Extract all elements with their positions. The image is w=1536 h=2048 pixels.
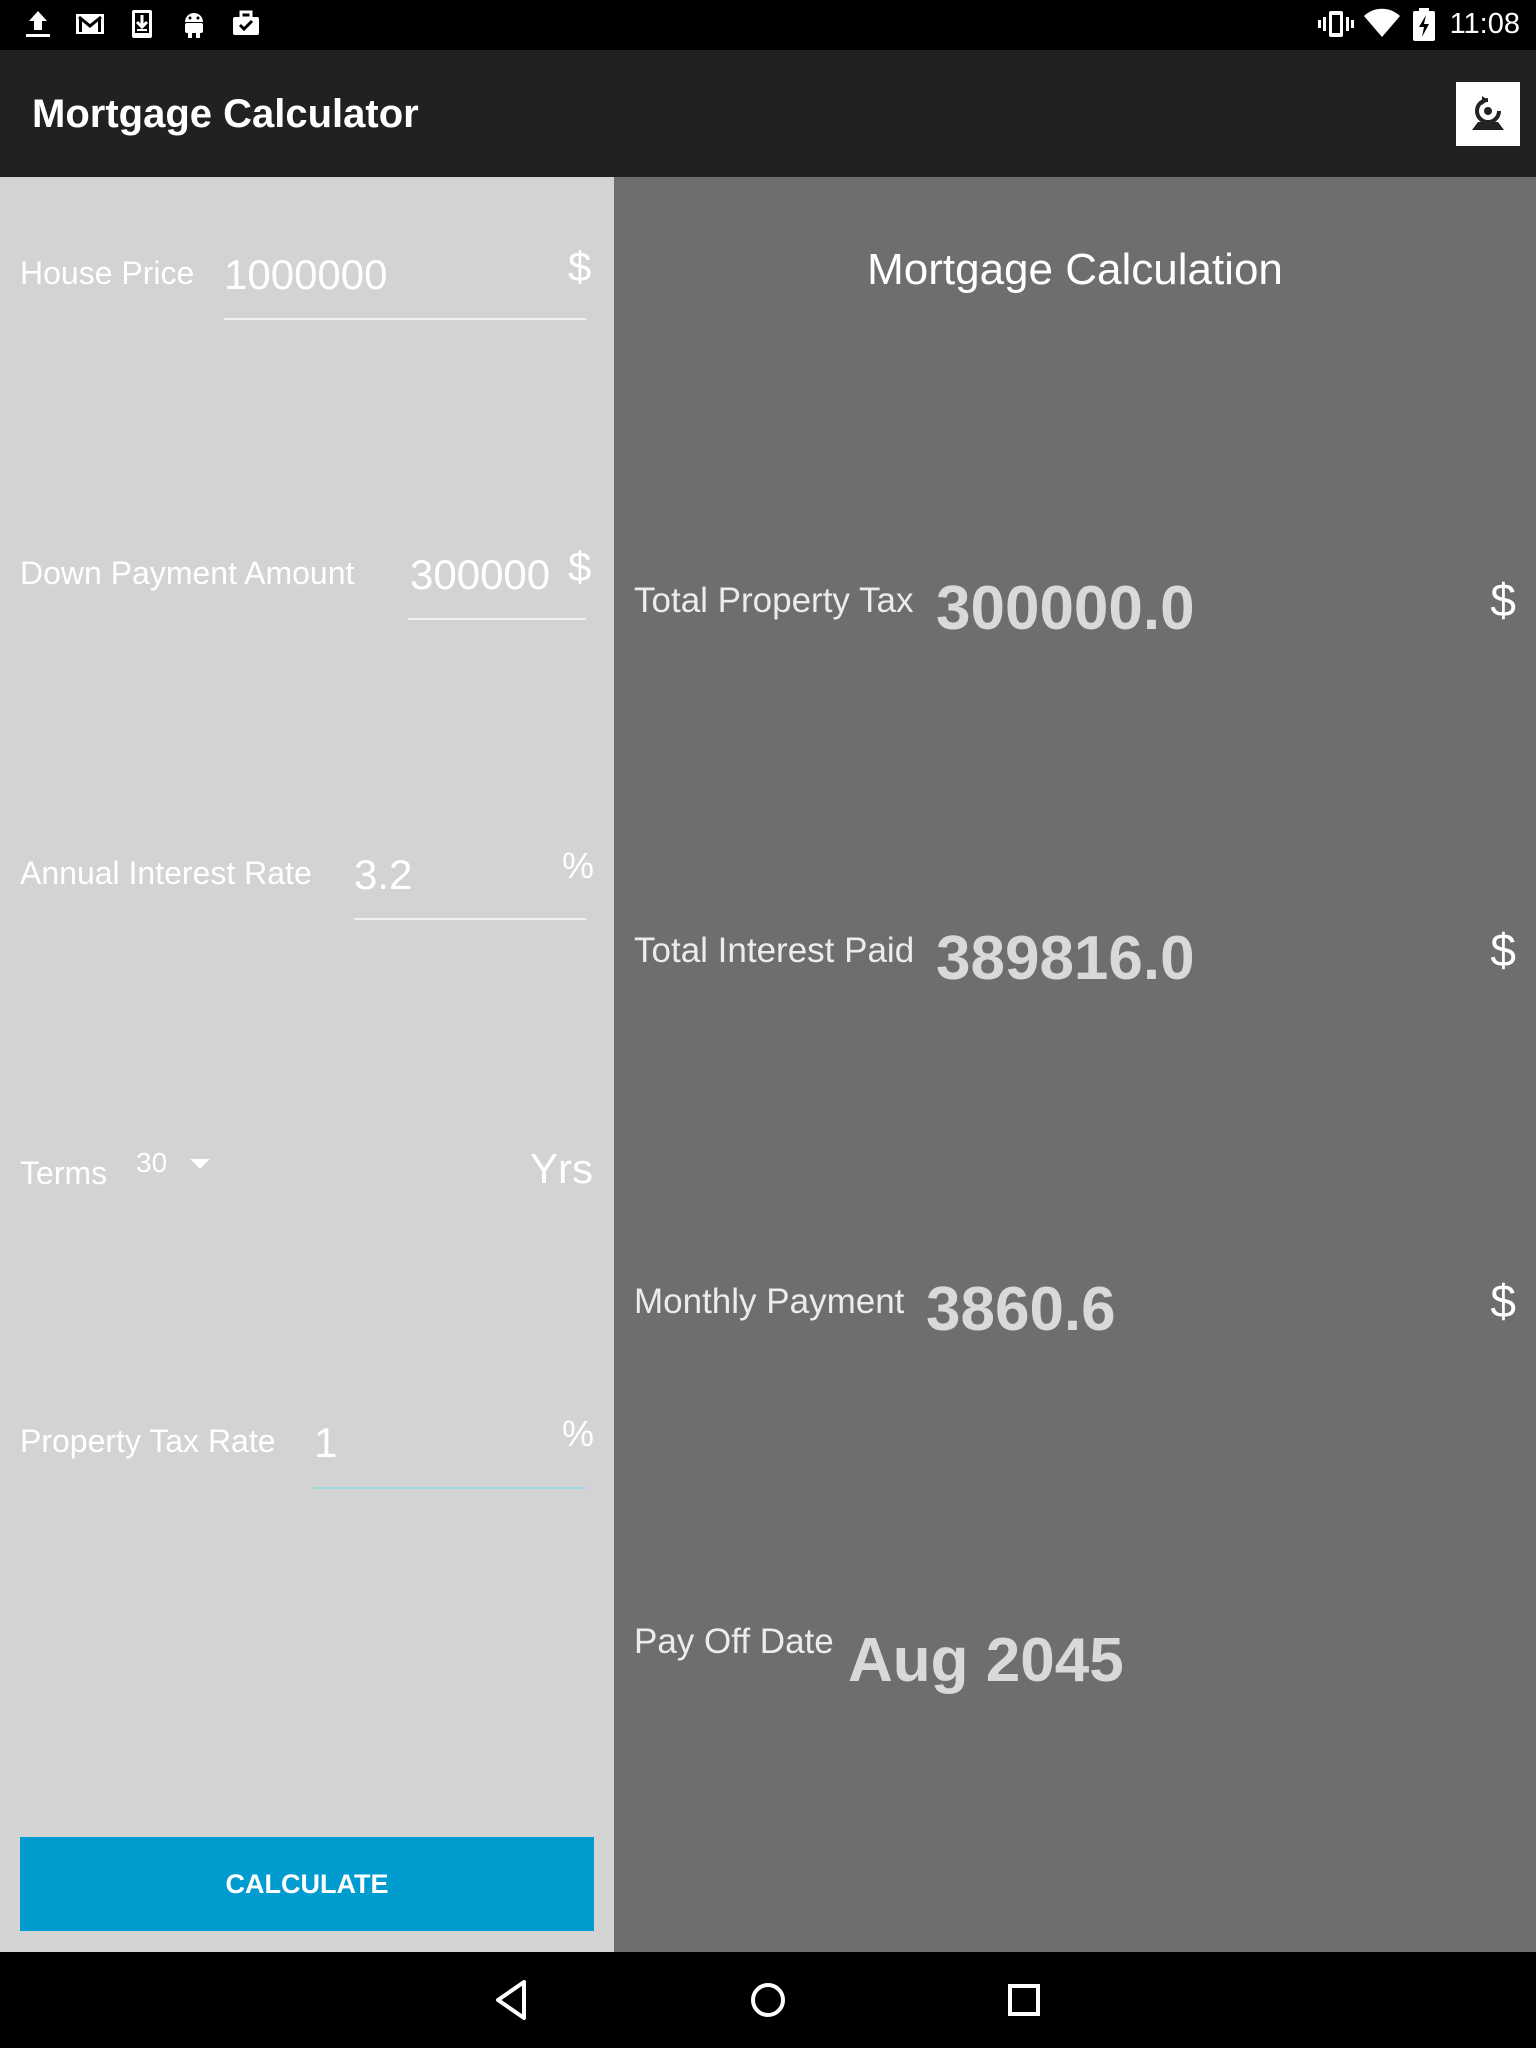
result-panel: Mortgage Calculation Total Property Tax … [614,177,1536,1952]
app-title: Mortgage Calculator [32,92,419,136]
recents-button[interactable] [996,1972,1052,2028]
app-bar: Mortgage Calculator [0,50,1536,177]
terms-dropdown[interactable]: 30 [130,1147,220,1197]
total-interest-paid-value: 389816.0 [936,924,1195,993]
house-price-input[interactable]: 1000000 [224,251,388,299]
terms-unit: Yrs [530,1145,593,1192]
down-payment-underline [408,618,586,620]
dropdown-arrow-icon [190,1159,210,1169]
total-property-tax-unit: $ [1490,574,1516,626]
terms-selected-value: 30 [136,1147,168,1178]
interest-rate-underline [354,918,586,920]
total-interest-paid-label: Total Interest Paid [634,931,915,970]
terms-label: Terms [20,1155,108,1191]
reset-icon [1472,96,1504,130]
property-tax-rate-unit: % [562,1413,595,1454]
total-interest-paid-unit: $ [1490,924,1516,976]
reset-button[interactable] [1456,82,1520,146]
status-bar: 11:08 [0,0,1536,50]
property-tax-rate-underline [314,1487,586,1489]
navigation-bar [0,1952,1536,2048]
recents-icon [1008,1984,1040,2016]
gmail-icon [74,8,106,45]
monthly-payment-value: 3860.6 [926,1275,1116,1344]
house-price-underline [224,318,586,320]
pay-off-date-label: Pay Off Date [634,1622,834,1661]
down-payment-input[interactable]: 300000 [410,551,550,599]
android-icon [178,8,210,45]
wifi-icon [1364,8,1400,45]
total-property-tax-value: 300000.0 [936,574,1195,643]
vibrate-icon [1318,8,1354,45]
back-icon [496,1980,526,2020]
property-tax-rate-label: Property Tax Rate [20,1423,276,1459]
house-price-unit: $ [568,243,592,290]
pay-off-date-value: Aug 2045 [848,1626,1124,1695]
property-tax-rate-input[interactable]: 1 [314,1419,337,1467]
interest-rate-unit: % [562,845,595,886]
input-panel: House Price 1000000 $ Down Payment Amoun… [0,177,614,1952]
down-payment-label: Down Payment Amount [20,555,355,591]
back-button[interactable] [484,1972,540,2028]
home-icon [751,1983,785,2017]
house-price-label: House Price [20,255,195,291]
monthly-payment-unit: $ [1490,1275,1516,1327]
download-icon [126,8,158,45]
battery-charging-icon [1412,8,1436,47]
calculate-button[interactable]: CALCULATE [20,1837,594,1931]
down-payment-unit: $ [568,543,592,590]
clock-time: 11:08 [1449,8,1520,40]
result-title: Mortgage Calculation [867,245,1283,294]
upload-icon [22,8,54,45]
briefcase-icon [230,8,262,45]
total-property-tax-label: Total Property Tax [634,581,914,620]
interest-rate-input[interactable]: 3.2 [354,851,412,899]
interest-rate-label: Annual Interest Rate [20,855,312,891]
home-button[interactable] [740,1972,796,2028]
monthly-payment-label: Monthly Payment [634,1282,905,1321]
